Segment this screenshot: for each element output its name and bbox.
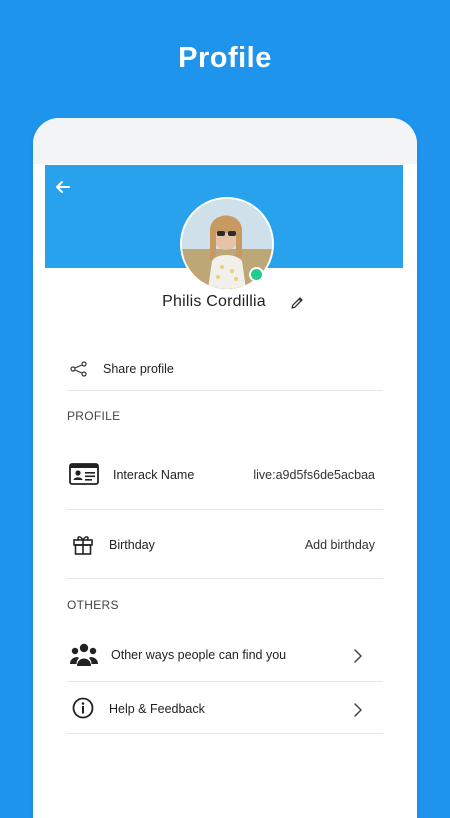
interack-name-row[interactable]: Interack Name live:a9d5fs6de5acbaa (67, 460, 383, 492)
interack-name-value: live:a9d5fs6de5acbaa (253, 468, 375, 482)
help-feedback-label: Help & Feedback (109, 702, 205, 716)
share-icon (70, 361, 87, 377)
online-status-dot (249, 267, 264, 282)
gift-icon (73, 536, 93, 555)
profile-name: Philis Cordillia (162, 293, 266, 310)
other-ways-row[interactable]: Other ways people can find you (67, 639, 383, 671)
back-arrow-icon[interactable] (53, 177, 73, 197)
birthday-label: Birthday (109, 538, 155, 552)
share-profile-label: Share profile (103, 362, 174, 376)
id-card-icon (69, 463, 99, 485)
section-title-others: OTHERS (67, 598, 119, 612)
divider (67, 733, 383, 734)
other-ways-label: Other ways people can find you (111, 648, 287, 662)
chevron-right-icon (354, 703, 362, 717)
divider (67, 390, 383, 391)
phone-top-bezel (33, 118, 417, 164)
divider (67, 578, 383, 579)
birthday-row[interactable]: Birthday Add birthday (67, 530, 383, 560)
divider (67, 509, 383, 510)
chevron-right-icon (354, 649, 362, 663)
section-title-profile: PROFILE (67, 409, 121, 423)
share-profile-row[interactable]: Share profile (67, 355, 383, 385)
info-icon (72, 697, 94, 719)
help-feedback-row[interactable]: Help & Feedback (67, 695, 383, 725)
pencil-edit-icon[interactable] (289, 295, 305, 311)
interack-name-label: Interack Name (113, 468, 195, 482)
promo-title: Profile (178, 42, 272, 74)
profile-screen: Philis Cordillia Share profile PROFILE I… (45, 165, 403, 805)
add-birthday-link[interactable]: Add birthday (305, 538, 375, 552)
divider (67, 681, 383, 682)
people-icon (70, 643, 98, 666)
